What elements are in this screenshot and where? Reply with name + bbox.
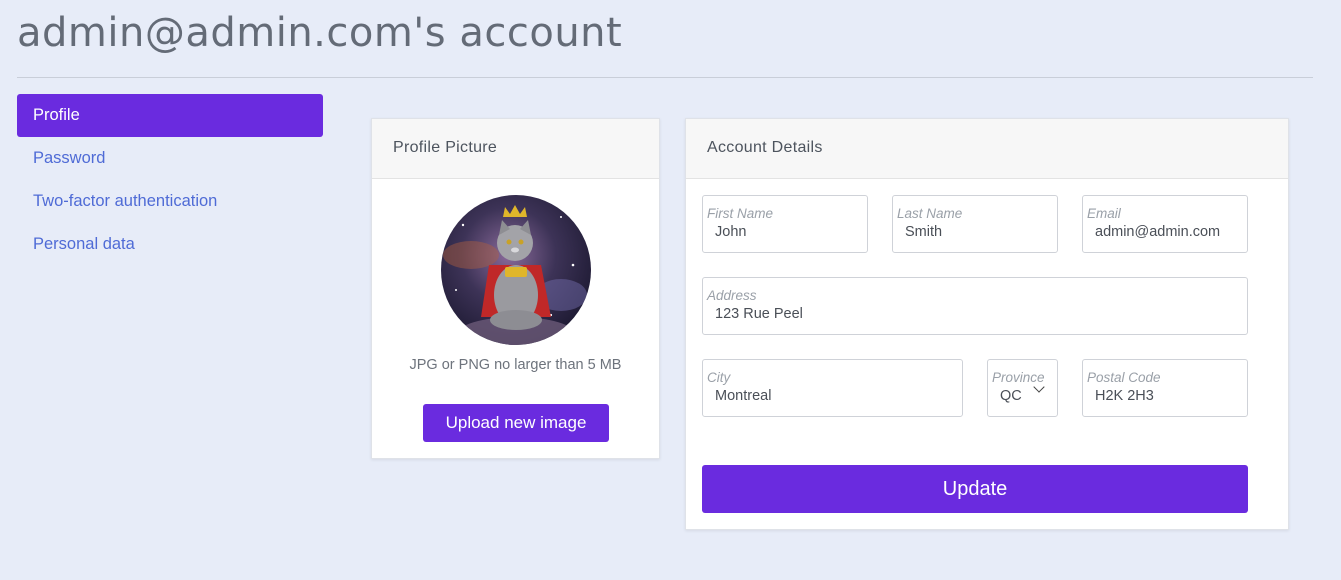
address-label: Address <box>707 288 757 303</box>
email-field[interactable]: Email <box>1082 195 1248 253</box>
first-name-label: First Name <box>707 206 774 221</box>
last-name-label: Last Name <box>897 206 963 221</box>
picture-requirements-hint: JPG or PNG no larger than 5 MB <box>409 357 622 373</box>
page-title: admin@admin.com's account <box>17 10 623 56</box>
first-name-input[interactable] <box>715 224 865 240</box>
postal-code-label: Postal Code <box>1087 370 1161 385</box>
last-name-field[interactable]: Last Name <box>892 195 1058 253</box>
province-value: QC <box>1000 388 1022 404</box>
profile-picture-title: Profile Picture <box>372 119 659 179</box>
city-label: City <box>707 370 731 385</box>
sidebar-item-profile[interactable]: Profile <box>17 94 323 137</box>
sidebar: Profile Password Two-factor authenticati… <box>17 94 323 266</box>
postal-code-field[interactable]: Postal Code <box>1082 359 1248 417</box>
city-field[interactable]: City <box>702 359 963 417</box>
email-label: Email <box>1087 206 1121 221</box>
account-details-title: Account Details <box>686 119 1288 179</box>
address-field[interactable]: Address <box>702 277 1248 335</box>
first-name-field[interactable]: First Name <box>702 195 868 253</box>
sidebar-item-personal-data[interactable]: Personal data <box>17 223 323 266</box>
profile-picture-card: Profile Picture JPG or PNG no larger tha… <box>371 118 660 459</box>
header-divider <box>17 77 1313 78</box>
cat-avatar-icon <box>441 195 591 345</box>
sidebar-item-two-factor-authentication[interactable]: Two-factor authentication <box>17 180 323 223</box>
account-details-card: Account Details First Name Last Name Ema… <box>685 118 1289 530</box>
email-input[interactable] <box>1095 224 1245 240</box>
city-input[interactable] <box>715 388 960 404</box>
update-button[interactable]: Update <box>702 465 1248 513</box>
last-name-input[interactable] <box>905 224 1055 240</box>
avatar <box>441 195 591 345</box>
postal-code-input[interactable] <box>1095 388 1245 404</box>
sidebar-item-password[interactable]: Password <box>17 137 323 180</box>
upload-image-button[interactable]: Upload new image <box>423 404 609 442</box>
address-input[interactable] <box>715 306 1245 322</box>
province-select[interactable]: Province QC <box>987 359 1058 417</box>
